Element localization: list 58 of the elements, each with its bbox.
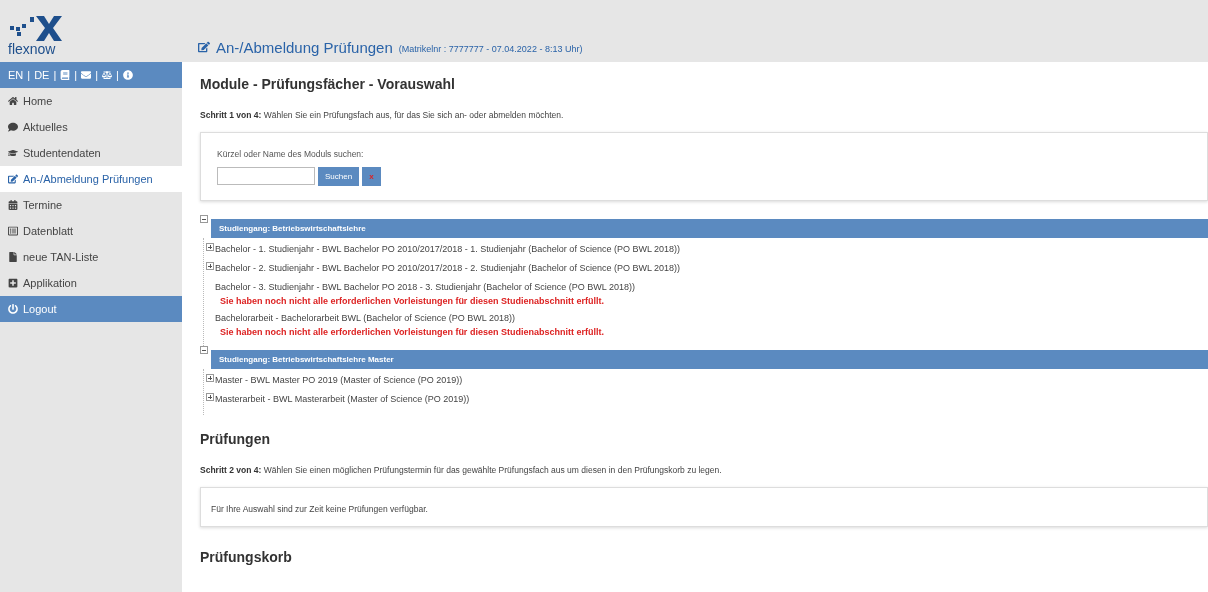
nav-item[interactable]: Aktuelles bbox=[0, 114, 182, 140]
graduation-cap-icon bbox=[8, 148, 18, 158]
envelope-icon[interactable] bbox=[81, 70, 92, 80]
search-field[interactable] bbox=[217, 167, 315, 185]
page-subtitle: (Matrikelnr : 7777777 - 07.04.2022 - 8:13 Uhr) bbox=[398, 44, 583, 54]
separator-text: | bbox=[53, 69, 57, 81]
nav-item[interactable]: neue TAN-Liste bbox=[0, 244, 182, 270]
page-title: An-/Abmeldung Prüfungen bbox=[216, 39, 393, 56]
tree-item[interactable]: Bachelorarbeit - Bachelorarbeit BWL (Bachelor of Science (PO BWL 2018)) bbox=[215, 312, 515, 325]
nav-item[interactable]: Logout bbox=[0, 296, 182, 322]
nav-item[interactable]: Home bbox=[0, 88, 182, 114]
separator-text: | bbox=[95, 69, 98, 81]
expand-toggle[interactable] bbox=[206, 262, 214, 270]
tree-item[interactable]: Bachelor - 2. Studienjahr - BWL Bachelor PO 2010/2017/2018 - 2. Studienjahr (Bachelor of Science (PO BWL 2018)) bbox=[215, 262, 681, 275]
notice-text: Für Ihre Auswahl sind zur Zeit keine Prüfungen verfügbar. bbox=[211, 504, 428, 514]
brand-name: flexnow bbox=[8, 42, 57, 56]
scales-icon[interactable] bbox=[102, 70, 112, 80]
section-heading: Prüfungskorb bbox=[200, 549, 293, 565]
expand-toggle[interactable] bbox=[206, 374, 214, 382]
book-icon[interactable] bbox=[60, 70, 71, 80]
search-button[interactable]: Suchen bbox=[318, 167, 360, 186]
home-icon bbox=[8, 96, 18, 106]
tree-item[interactable]: Masterarbeit - BWL Masterarbeit (Master of Science (PO 2019)) bbox=[215, 393, 470, 406]
nav-item[interactable]: Termine bbox=[0, 192, 182, 218]
separator-text: | bbox=[74, 69, 78, 81]
tree-item[interactable]: Bachelor - 3. Studienjahr - BWL Bachelor PO 2018 - 3. Studienjahr (Bachelor of Science (PO BWL 2018)) bbox=[215, 281, 636, 294]
power-icon bbox=[8, 304, 18, 314]
collapse-toggle[interactable] bbox=[200, 215, 208, 223]
calendar-icon bbox=[8, 200, 18, 210]
group-header: Studiengang: Betriebswirtschaftslehre bbox=[211, 219, 1208, 238]
separator-text: | bbox=[116, 69, 119, 81]
section-heading: Module - Prüfungsfächer - Vorauswahl bbox=[200, 76, 456, 92]
edit-icon bbox=[8, 174, 18, 184]
warning-text: Sie haben noch nicht alle erforderlichen Vorleistungen für diesen Studienabschnitt erfüllt. bbox=[220, 295, 605, 307]
nav-item[interactable]: An-/Abmeldung Prüfungen bbox=[0, 166, 182, 192]
separator-text: | bbox=[27, 69, 31, 81]
nav-item[interactable]: Datenblatt bbox=[0, 218, 182, 244]
speech-bubble-icon bbox=[8, 122, 18, 132]
warning-text: Sie haben noch nicht alle erforderlichen Vorleistungen für diesen Studienabschnitt erfüllt. bbox=[220, 326, 605, 338]
language-link[interactable]: DE bbox=[34, 69, 50, 81]
step-text: Schritt 1 von 4: Wählen Sie ein Prüfungsfach aus, für das Sie sich an- oder abmelden möchten. bbox=[200, 110, 565, 120]
step-text: Schritt 2 von 4: Wählen Sie einen möglichen Prüfungstermin für das gewählte Prüfungsfach aus um diesen in den Prüfungskorb zu legen. bbox=[200, 465, 723, 475]
list-icon bbox=[8, 226, 18, 236]
edit-icon bbox=[198, 41, 210, 53]
nav-item[interactable]: Applikation bbox=[0, 270, 182, 296]
info-icon[interactable] bbox=[122, 70, 133, 80]
nav-item[interactable]: Studentendaten bbox=[0, 140, 182, 166]
tree-item[interactable]: Master - BWL Master PO 2019 (Master of Science (PO 2019)) bbox=[215, 374, 463, 387]
language-link[interactable]: EN bbox=[8, 69, 24, 81]
logo-icon bbox=[8, 14, 64, 42]
expand-toggle[interactable] bbox=[206, 243, 214, 251]
collapse-toggle[interactable] bbox=[200, 346, 208, 354]
search-label: Kürzel oder Name des Moduls suchen: bbox=[217, 149, 365, 159]
tree-item[interactable]: Bachelor - 1. Studienjahr - BWL Bachelor PO 2010/2017/2018 - 1. Studienjahr (Bachelor of Science (PO BWL 2018)) bbox=[215, 243, 681, 256]
group-header: Studiengang: Betriebswirtschaftslehre Master bbox=[211, 350, 1208, 369]
file-icon bbox=[8, 252, 18, 262]
section-heading: Prüfungen bbox=[200, 431, 271, 447]
expand-toggle[interactable] bbox=[206, 393, 214, 401]
